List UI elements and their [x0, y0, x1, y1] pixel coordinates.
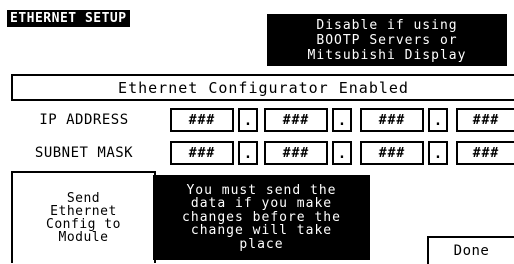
note-line: BOOTP Servers or	[316, 32, 458, 48]
screen-title: ETHERNET SETUP	[7, 10, 130, 27]
warning-line: You must send the	[186, 182, 337, 198]
bootp-note: Disable if using BOOTP Servers or Mitsub…	[267, 14, 507, 66]
subnet-octet-2-field[interactable]: ###	[264, 141, 328, 165]
warning-line: place	[239, 236, 284, 252]
send-label-line: Module	[58, 230, 109, 245]
subnet-separator: .	[428, 141, 448, 165]
ip-separator: .	[428, 108, 448, 132]
subnet-separator: .	[332, 141, 352, 165]
note-line: Mitsubishi Display	[307, 47, 467, 63]
configurator-enabled-toggle[interactable]: Ethernet Configurator Enabled	[11, 74, 514, 101]
done-button[interactable]: Done	[427, 236, 514, 264]
ip-separator: .	[238, 108, 258, 132]
ip-separator: .	[332, 108, 352, 132]
ip-octet-2-field[interactable]: ###	[264, 108, 328, 132]
subnet-mask-label: SUBNET MASK	[34, 145, 134, 161]
send-config-label: Send Ethernet Config to Module	[46, 192, 121, 244]
subnet-octet-1-field[interactable]: ###	[170, 141, 234, 165]
warning-line: changes before the	[182, 209, 341, 225]
note-line: Disable if using	[316, 17, 458, 33]
subnet-octet-3-field[interactable]: ###	[360, 141, 424, 165]
subnet-octet-4-field[interactable]: ###	[456, 141, 514, 165]
ip-address-label: IP ADDRESS	[39, 112, 129, 128]
subnet-separator: .	[238, 141, 258, 165]
ip-octet-4-field[interactable]: ###	[456, 108, 514, 132]
ip-octet-1-field[interactable]: ###	[170, 108, 234, 132]
send-warning-message: You must send the data if you make chang…	[153, 175, 370, 260]
warning-line: data if you make	[190, 196, 333, 212]
warning-line: change will take	[190, 223, 333, 239]
send-config-button[interactable]: Send Ethernet Config to Module	[11, 171, 156, 263]
ip-octet-3-field[interactable]: ###	[360, 108, 424, 132]
